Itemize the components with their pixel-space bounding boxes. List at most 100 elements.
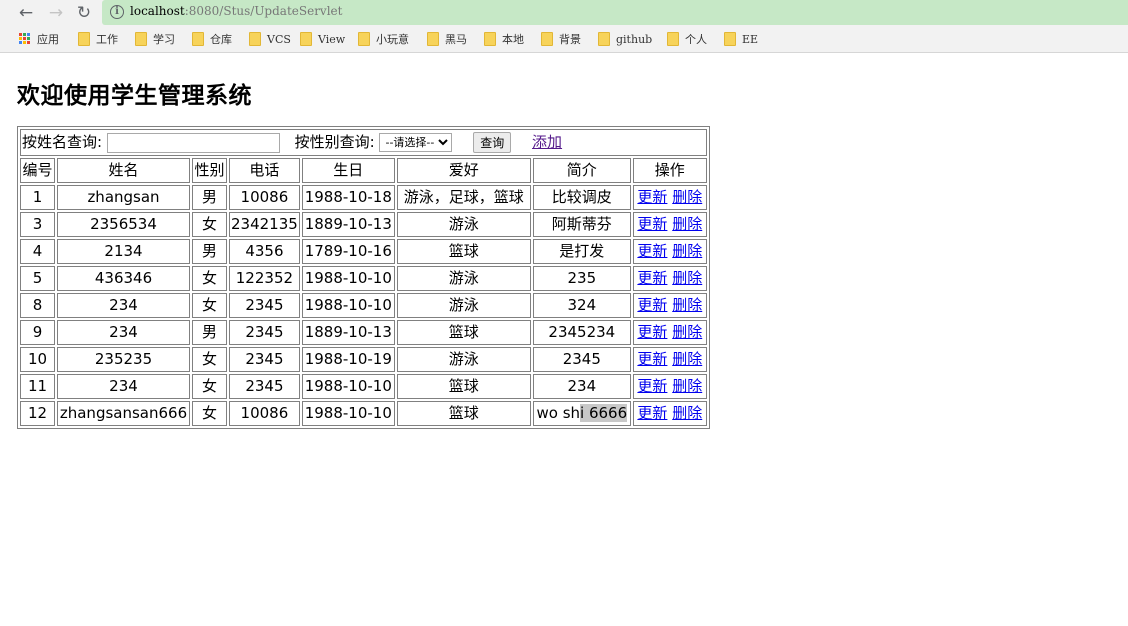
bookmark-folder[interactable]: VCS (249, 32, 291, 47)
delete-link[interactable]: 删除 (672, 377, 702, 395)
column-header-name: 姓名 (57, 158, 190, 183)
forward-arrow-icon[interactable]: → (45, 2, 67, 24)
delete-link[interactable]: 删除 (672, 269, 702, 287)
cell-name: zhangsan (57, 185, 190, 210)
bookmark-folder[interactable]: github (598, 32, 652, 47)
bookmark-folder[interactable]: 黑马 (427, 32, 467, 47)
cell-name: 234 (57, 320, 190, 345)
bookmark-label: github (616, 33, 653, 46)
delete-link[interactable]: 删除 (672, 404, 702, 422)
bookmark-folder[interactable]: EE (724, 32, 758, 47)
cell-hobby: 游泳 (396, 347, 531, 372)
cell-id: 10 (20, 347, 55, 372)
cell-actions: 更新 删除 (632, 374, 707, 399)
cell-id: 9 (20, 320, 55, 345)
folder-icon (135, 32, 147, 46)
column-header-gender: 性别 (192, 158, 227, 183)
cell-birthday: 1988-10-10 (301, 293, 395, 318)
table-row: 9 234 男 2345 1889-10-13 篮球 2345234 更新 删除 (20, 320, 707, 345)
intro-text-selected: i 6666 (580, 404, 628, 422)
column-header-id: 编号 (20, 158, 55, 183)
update-link[interactable]: 更新 (637, 404, 667, 422)
gender-select[interactable]: --请选择-- (379, 133, 453, 152)
folder-icon (427, 32, 439, 46)
cell-hobby: 篮球 (396, 374, 531, 399)
update-link[interactable]: 更新 (637, 242, 667, 260)
bookmark-label: EE (742, 33, 759, 46)
cell-actions: 更新 删除 (632, 401, 707, 426)
cell-phone: 2345 (229, 320, 300, 345)
cell-intro: 比较调皮 (532, 185, 631, 210)
intro-text: 235 (567, 269, 597, 287)
delete-link[interactable]: 删除 (672, 215, 702, 233)
cell-birthday: 1988-10-18 (301, 185, 395, 210)
bookmarks-bar: 应用 工作 学习 仓库 VCS View 小玩意 黑马 本地 背景 github… (0, 26, 1128, 53)
cell-hobby: 游泳 (396, 266, 531, 291)
update-link[interactable]: 更新 (637, 296, 667, 314)
delete-link[interactable]: 删除 (672, 323, 702, 341)
update-link[interactable]: 更新 (637, 377, 667, 395)
cell-birthday: 1889-10-13 (301, 320, 395, 345)
cell-name: 234 (57, 374, 190, 399)
cell-intro: 324 (532, 293, 631, 318)
cell-id: 1 (20, 185, 55, 210)
cell-gender: 女 (192, 212, 227, 237)
url-text[interactable]: localhost:8080/Stus/UpdateServlet (130, 4, 342, 18)
name-search-input[interactable] (106, 132, 280, 153)
column-header-hobby: 爱好 (396, 158, 531, 183)
delete-link[interactable]: 删除 (672, 296, 702, 314)
cell-id: 5 (20, 266, 55, 291)
cell-name: 436346 (57, 266, 190, 291)
bookmark-folder[interactable]: 工作 (78, 32, 118, 47)
bookmark-label: 本地 (502, 33, 524, 46)
bookmark-folder[interactable]: View (300, 32, 345, 47)
folder-icon (484, 32, 496, 46)
page-title: 欢迎使用学生管理系统 (17, 83, 252, 109)
delete-link[interactable]: 删除 (672, 188, 702, 206)
folder-icon (541, 32, 553, 46)
cell-phone: 4356 (229, 239, 300, 264)
cell-phone: 122352 (229, 266, 300, 291)
cell-actions: 更新 删除 (632, 347, 707, 372)
delete-link[interactable]: 删除 (672, 350, 702, 368)
folder-icon (78, 32, 90, 46)
column-header-birthday: 生日 (301, 158, 395, 183)
add-link[interactable]: 添加 (532, 133, 562, 151)
update-link[interactable]: 更新 (637, 215, 667, 233)
query-button[interactable]: 查询 (473, 132, 512, 153)
update-link[interactable]: 更新 (637, 269, 667, 287)
table-row: 1 zhangsan 男 10086 1988-10-18 游泳，足球，篮球 比较调皮 更新 … (20, 185, 707, 210)
bookmark-folder[interactable]: 个人 (667, 32, 707, 47)
cell-birthday: 1988-10-19 (301, 347, 395, 372)
bookmark-folder[interactable]: 仓库 (192, 32, 232, 47)
bookmark-folder[interactable]: 背景 (541, 32, 581, 47)
delete-link[interactable]: 删除 (672, 242, 702, 260)
table-row: 11 234 女 2345 1988-10-10 篮球 234 更新 删除 (20, 374, 707, 399)
cell-hobby: 篮球 (396, 320, 531, 345)
cell-gender: 女 (192, 293, 227, 318)
update-link[interactable]: 更新 (637, 323, 667, 341)
bookmark-label: View (318, 33, 346, 46)
cell-intro: 235 (532, 266, 631, 291)
update-link[interactable]: 更新 (637, 188, 667, 206)
bookmark-folder[interactable]: 小玩意 (358, 32, 409, 47)
intro-text: wo sh (536, 404, 581, 422)
bookmark-apps[interactable]: 应用 (19, 32, 59, 47)
cell-actions: 更新 删除 (632, 239, 707, 264)
cell-hobby: 篮球 (396, 239, 531, 264)
reload-icon[interactable]: ↻ (73, 2, 95, 24)
address-bar[interactable]: i localhost:8080/Stus/UpdateServlet (102, 0, 1128, 25)
back-arrow-icon[interactable]: ← (15, 2, 37, 24)
cell-birthday: 1988-10-10 (301, 374, 395, 399)
info-icon[interactable]: i (110, 5, 124, 19)
update-link[interactable]: 更新 (637, 350, 667, 368)
column-header-actions: 操作 (632, 158, 707, 183)
cell-hobby: 游泳 (396, 293, 531, 318)
cell-id: 12 (20, 401, 55, 426)
bookmark-folder[interactable]: 学习 (135, 32, 175, 47)
cell-phone: 2345 (229, 293, 300, 318)
cell-hobby: 游泳 (396, 212, 531, 237)
bookmark-label: 工作 (96, 33, 118, 46)
bookmark-folder[interactable]: 本地 (484, 32, 524, 47)
table-row: 8 234 女 2345 1988-10-10 游泳 324 更新 删除 (20, 293, 707, 318)
